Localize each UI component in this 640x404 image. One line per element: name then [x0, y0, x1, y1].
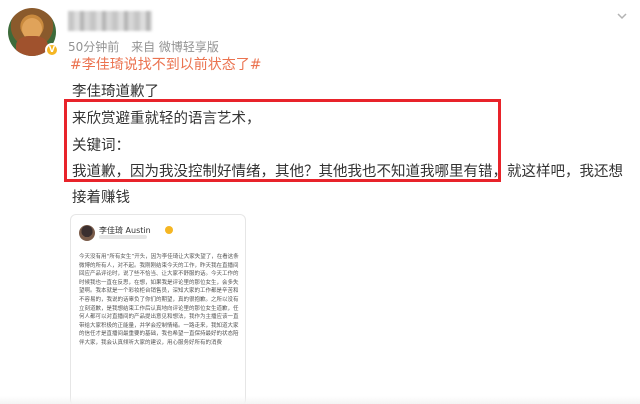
embedded-screenshot[interactable]: 李佳琦 Austin 今天没有用“所有女生”开头，因为李佳琦让大家失望了，在看这… [70, 214, 246, 404]
post-text-line: 接着赚钱 [72, 190, 130, 206]
embed-meta-placeholder [99, 235, 147, 239]
post-text-line: 李佳琦道歉了 [72, 84, 159, 100]
embed-avatar [79, 225, 95, 241]
bottom-divider [0, 396, 640, 404]
embed-body-text: 今天没有用“所有女生”开头，因为李佳琦让大家失望了，在看这条微博的所有人，对不起… [79, 254, 239, 346]
chevron-down-icon[interactable] [616, 10, 628, 22]
username-pixelated[interactable] [68, 11, 152, 31]
post-time: 50分钟前 [68, 40, 120, 54]
post-meta: 50分钟前 来自 微博轻享版 [68, 38, 227, 55]
avatar-body [16, 36, 48, 56]
hashtag-link[interactable]: #李佳琦说找不到以前状态了# [70, 54, 261, 74]
red-highlight-box [64, 99, 501, 182]
embed-verified-icon [165, 226, 173, 234]
post-source[interactable]: 来自 微博轻享版 [131, 40, 219, 54]
verified-badge-icon: V [45, 43, 59, 57]
